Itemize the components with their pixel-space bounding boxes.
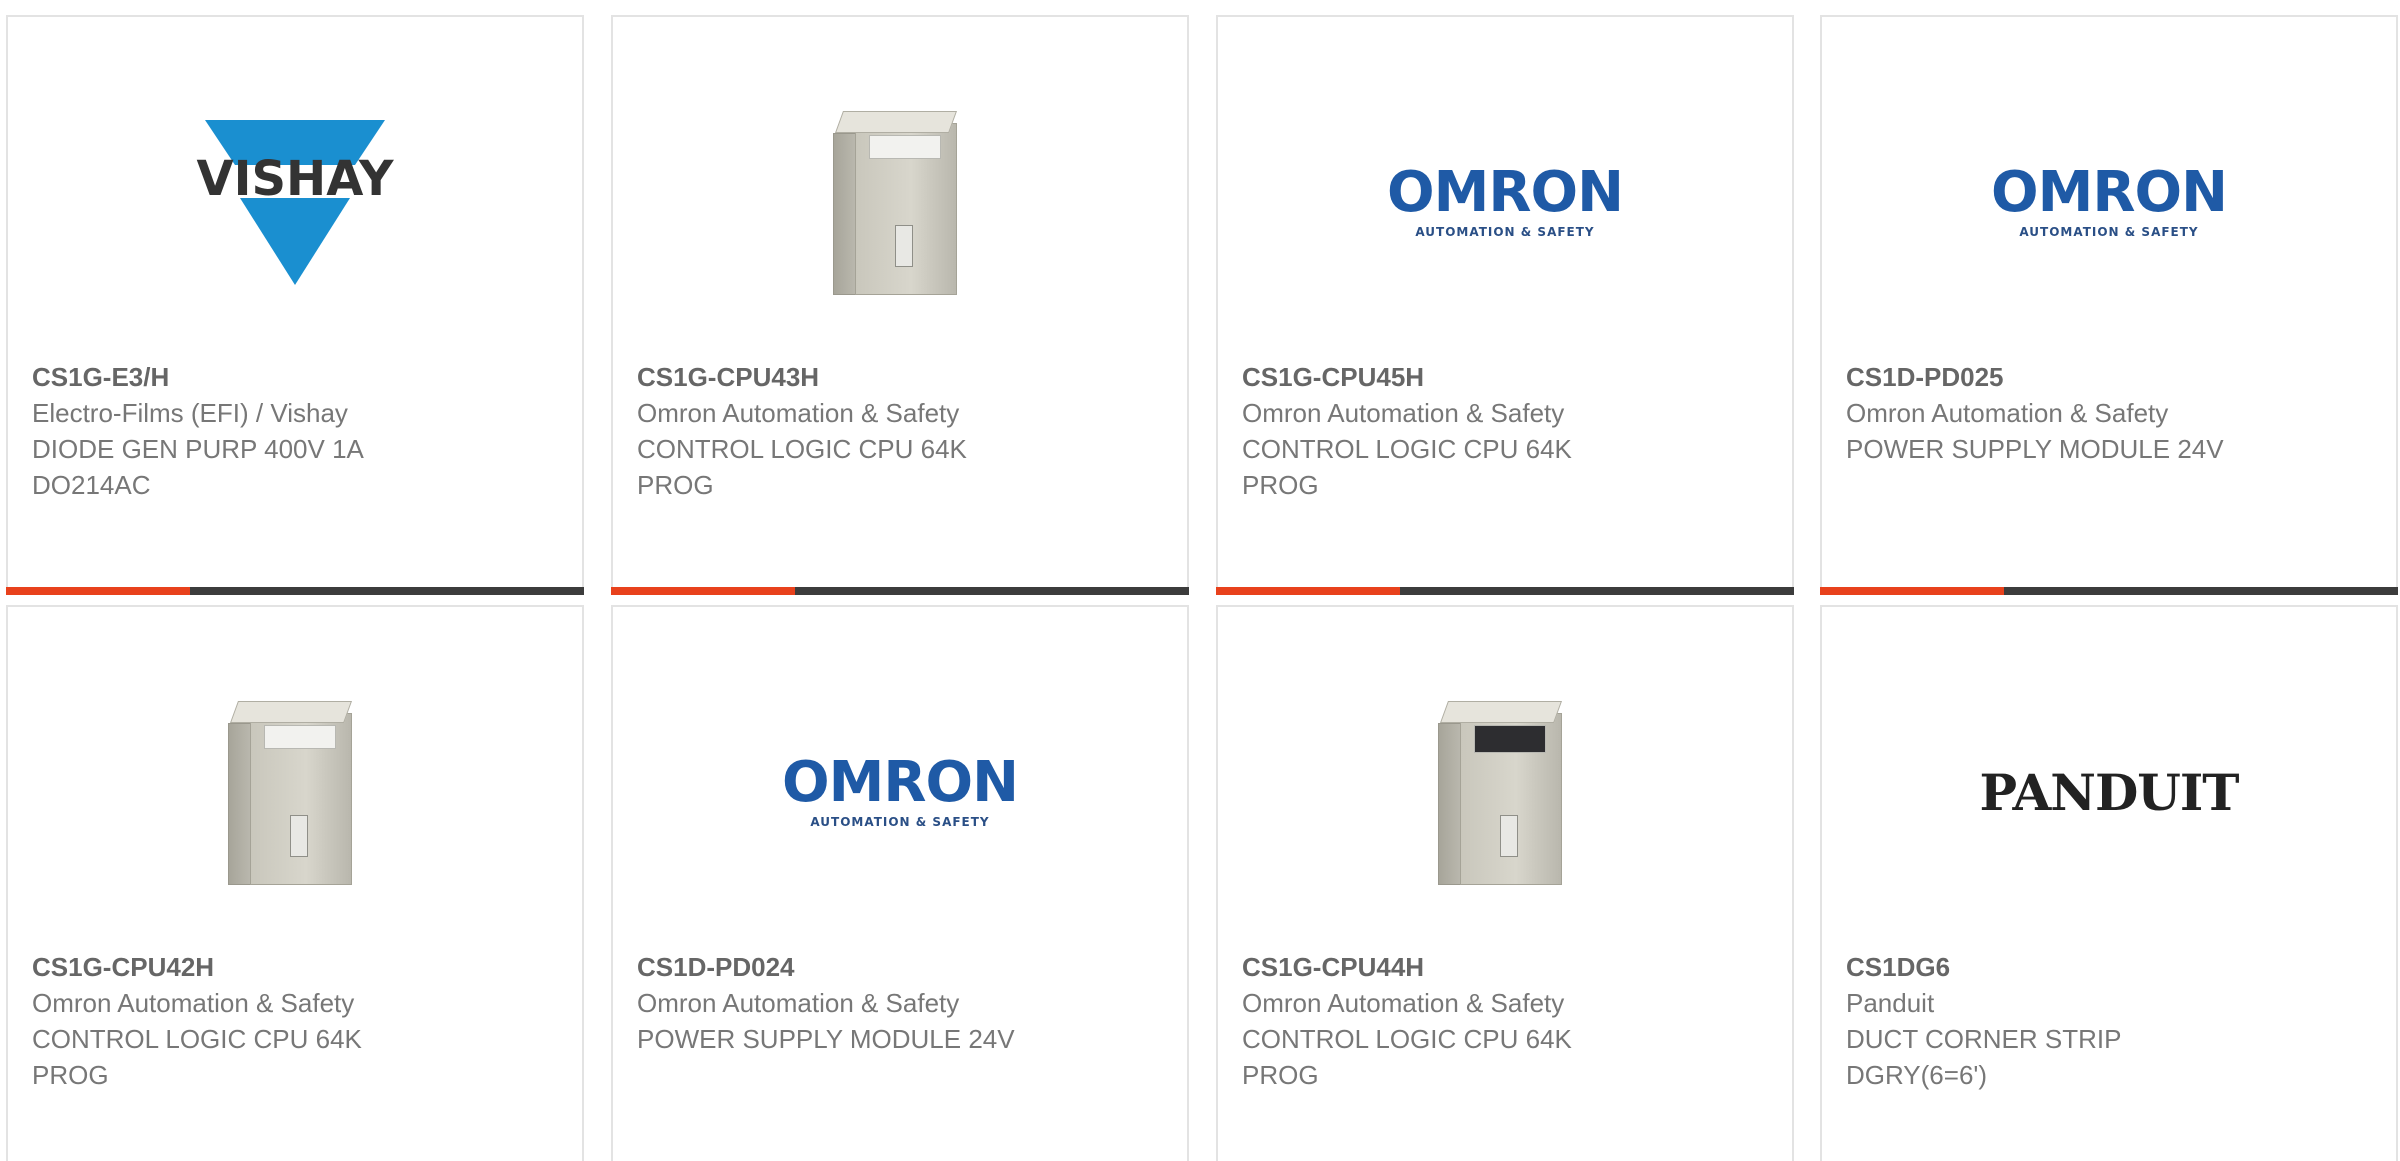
plc-module-image xyxy=(825,105,975,300)
product-description: POWER SUPPLY MODULE 24V xyxy=(637,1024,1015,1054)
module-top xyxy=(1439,700,1563,723)
product-info: CS1G-CPU43H Omron Automation & Safety CO… xyxy=(637,359,1163,503)
manufacturer-name: Omron Automation & Safety xyxy=(1242,988,1565,1018)
card-underline xyxy=(6,587,584,595)
product-card[interactable]: CS1G-CPU44H Omron Automation & Safety CO… xyxy=(1216,605,1794,1161)
part-number[interactable]: CS1G-E3/H xyxy=(32,359,558,395)
product-info: CS1D-PD024 Omron Automation & Safety POW… xyxy=(637,949,1163,1057)
product-description: CONTROL LOGIC CPU 64K PROG xyxy=(32,1024,362,1090)
product-card[interactable]: OMRON AUTOMATION & SAFETY CS1D-PD024 Omr… xyxy=(611,605,1189,1161)
product-image xyxy=(613,97,1187,307)
product-info: CS1G-CPU44H Omron Automation & Safety CO… xyxy=(1242,949,1768,1093)
manufacturer-name: Omron Automation & Safety xyxy=(637,398,960,428)
omron-logo-subtext: AUTOMATION & SAFETY xyxy=(1415,225,1595,239)
product-card[interactable]: CS1G-CPU42H Omron Automation & Safety CO… xyxy=(6,605,584,1161)
part-number[interactable]: CS1G-CPU42H xyxy=(32,949,558,985)
product-card[interactable]: CS1G-CPU43H Omron Automation & Safety CO… xyxy=(611,15,1189,595)
card-underline xyxy=(1820,587,2398,595)
product-card[interactable]: PANDUIT CS1DG6 Panduit DUCT CORNER STRIP… xyxy=(1820,605,2398,1161)
product-info: CS1G-E3/H Electro-Films (EFI) / Vishay D… xyxy=(32,359,558,503)
module-slot xyxy=(1500,814,1518,857)
omron-logo: OMRON AUTOMATION & SAFETY xyxy=(1991,160,2228,240)
manufacturer-name: Panduit xyxy=(1846,988,1935,1018)
product-image: VISHAY xyxy=(8,97,582,307)
product-info: CS1D-PD025 Omron Automation & Safety POW… xyxy=(1846,359,2372,467)
module-slot xyxy=(290,814,308,857)
omron-logo-subtext: AUTOMATION & SAFETY xyxy=(810,815,990,829)
module-label xyxy=(1474,724,1546,753)
omron-logo-text: OMRON xyxy=(1387,160,1624,225)
product-card[interactable]: VISHAY CS1G-E3/H Electro-Films (EFI) / V… xyxy=(6,15,584,595)
product-description: CONTROL LOGIC CPU 64K PROG xyxy=(637,434,967,500)
card-underline xyxy=(1216,587,1794,595)
module-label xyxy=(869,134,941,159)
product-image xyxy=(1218,687,1792,897)
plc-module-image xyxy=(1430,695,1580,890)
omron-logo: OMRON AUTOMATION & SAFETY xyxy=(782,750,1019,830)
card-underline-accent xyxy=(1820,587,2004,595)
card-underline-accent xyxy=(6,587,190,595)
panduit-logo: PANDUIT xyxy=(1979,762,2239,822)
product-description: POWER SUPPLY MODULE 24V xyxy=(1846,434,2224,464)
product-grid: VISHAY CS1G-E3/H Electro-Films (EFI) / V… xyxy=(0,0,2400,1161)
omron-logo-subtext: AUTOMATION & SAFETY xyxy=(2019,225,2199,239)
product-description: CONTROL LOGIC CPU 64K PROG xyxy=(1242,434,1572,500)
product-image: OMRON AUTOMATION & SAFETY xyxy=(1822,97,2396,307)
card-underline-accent xyxy=(1216,587,1400,595)
module-label xyxy=(264,724,336,749)
card-underline xyxy=(611,587,1189,595)
omron-logo: OMRON AUTOMATION & SAFETY xyxy=(1387,160,1624,240)
manufacturer-name: Omron Automation & Safety xyxy=(1242,398,1565,428)
product-description: DUCT CORNER STRIP DGRY(6=6') xyxy=(1846,1024,2121,1090)
product-description: CONTROL LOGIC CPU 64K PROG xyxy=(1242,1024,1572,1090)
manufacturer-name: Omron Automation & Safety xyxy=(1846,398,2169,428)
part-number[interactable]: CS1G-CPU45H xyxy=(1242,359,1768,395)
product-description: DIODE GEN PURP 400V 1A DO214AC xyxy=(32,434,363,500)
module-slot xyxy=(895,224,913,267)
product-info: CS1G-CPU45H Omron Automation & Safety CO… xyxy=(1242,359,1768,503)
product-image xyxy=(8,687,582,897)
svg-text:VISHAY: VISHAY xyxy=(196,151,394,207)
product-image: OMRON AUTOMATION & SAFETY xyxy=(1218,97,1792,307)
card-underline-accent xyxy=(611,587,795,595)
plc-module-image xyxy=(220,695,370,890)
product-info: CS1DG6 Panduit DUCT CORNER STRIP DGRY(6=… xyxy=(1846,949,2372,1093)
module-top xyxy=(834,110,958,133)
module-top xyxy=(229,700,353,723)
product-info: CS1G-CPU42H Omron Automation & Safety CO… xyxy=(32,949,558,1093)
product-image: PANDUIT xyxy=(1822,687,2396,897)
part-number[interactable]: CS1D-PD024 xyxy=(637,949,1163,985)
product-image: OMRON AUTOMATION & SAFETY xyxy=(613,687,1187,897)
part-number[interactable]: CS1DG6 xyxy=(1846,949,2372,985)
product-card[interactable]: OMRON AUTOMATION & SAFETY CS1G-CPU45H Om… xyxy=(1216,15,1794,595)
manufacturer-name: Electro-Films (EFI) / Vishay xyxy=(32,398,348,428)
part-number[interactable]: CS1G-CPU43H xyxy=(637,359,1163,395)
omron-logo-text: OMRON xyxy=(1991,160,2228,225)
manufacturer-name: Omron Automation & Safety xyxy=(637,988,960,1018)
vishay-logo: VISHAY xyxy=(195,119,395,285)
part-number[interactable]: CS1G-CPU44H xyxy=(1242,949,1768,985)
manufacturer-name: Omron Automation & Safety xyxy=(32,988,355,1018)
omron-logo-text: OMRON xyxy=(782,750,1019,815)
product-card[interactable]: OMRON AUTOMATION & SAFETY CS1D-PD025 Omr… xyxy=(1820,15,2398,595)
part-number[interactable]: CS1D-PD025 xyxy=(1846,359,2372,395)
